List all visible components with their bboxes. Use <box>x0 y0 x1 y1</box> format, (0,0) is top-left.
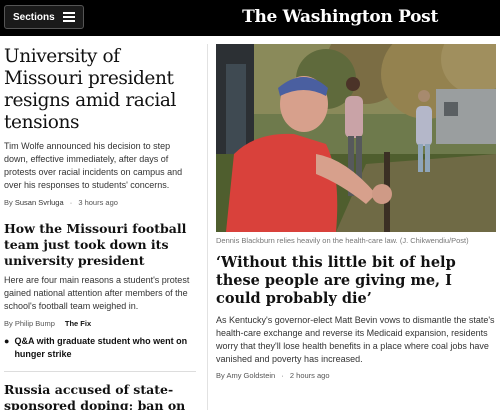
right-column: Dennis Blackburn relies heavily on the h… <box>216 44 496 380</box>
sections-button[interactable]: Sections <box>4 5 84 29</box>
feature-blurb: As Kentucky's governor-elect Matt Bevin … <box>216 315 495 364</box>
byline-prefix: By <box>4 319 13 328</box>
lead-headline[interactable]: University of Missouri president resigns… <box>4 46 196 134</box>
byline-prefix: By <box>4 198 13 207</box>
separator-dot: · <box>69 198 73 207</box>
story2-byline: By Philip Bump The Fix <box>4 319 196 328</box>
top-bar: Sections The Washington Post <box>0 0 500 36</box>
story3-headline[interactable]: Russia accused of state-sponsored doping… <box>4 382 196 410</box>
section-tag-the-fix[interactable]: The Fix <box>65 319 91 328</box>
feature-author-link[interactable]: Amy Goldstein <box>226 371 275 380</box>
lead-author-link[interactable]: Susan Svrluga <box>15 198 64 207</box>
lead-timestamp: 3 hours ago <box>78 198 118 207</box>
bullet-icon: ● <box>4 336 10 346</box>
lead-byline: By Susan Svrluga · 3 hours ago <box>4 198 196 207</box>
column-divider <box>207 44 208 410</box>
lead-blurb: Tim Wolfe announced his decision to step… <box>4 141 183 190</box>
photo-caption: Dennis Blackburn relies heavily on the h… <box>216 236 469 245</box>
byline-prefix: By <box>216 371 225 380</box>
sections-label: Sections <box>13 11 55 23</box>
feature-byline: By Amy Goldstein · 2 hours ago <box>216 371 496 380</box>
related-link-text[interactable]: Q&A with graduate student who went on hu… <box>14 335 196 361</box>
left-column: University of Missouri president resigns… <box>0 36 200 410</box>
related-link[interactable]: ● Q&A with graduate student who went on … <box>4 335 196 361</box>
feature-headline[interactable]: ‘Without this little bit of help these p… <box>216 254 496 308</box>
story2-author-link[interactable]: Philip Bump <box>15 319 55 328</box>
feature-photo[interactable] <box>216 44 496 232</box>
masthead-logo[interactable]: The Washington Post <box>242 7 438 27</box>
separator-dot: · <box>281 371 284 380</box>
story2-headline[interactable]: How the Missouri football team just took… <box>4 221 196 269</box>
story2-blurb: Here are four main reasons a student's p… <box>4 275 190 311</box>
feature-timestamp: 2 hours ago <box>289 371 330 380</box>
divider <box>4 371 196 372</box>
hamburger-icon <box>62 12 75 22</box>
